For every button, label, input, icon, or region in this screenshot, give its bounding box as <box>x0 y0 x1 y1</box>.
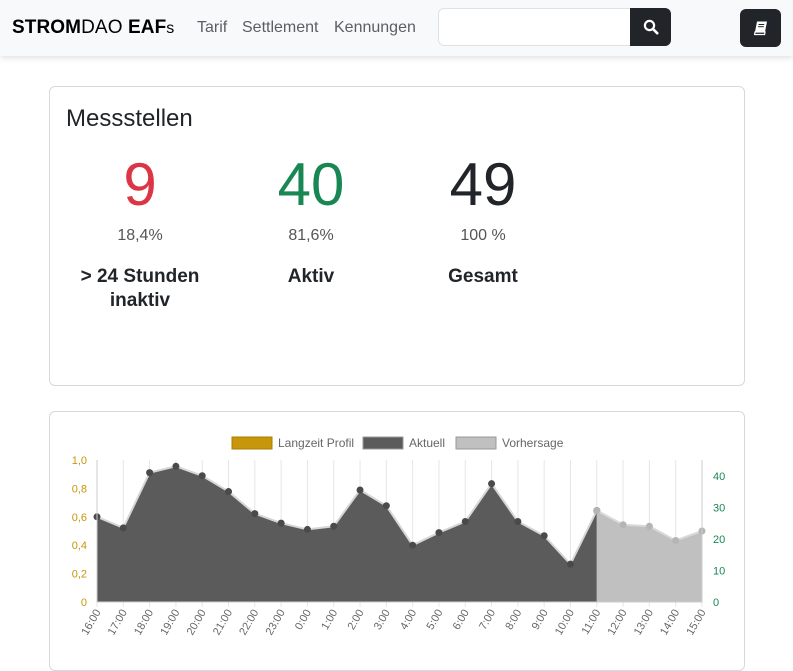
data-point <box>514 518 522 526</box>
stat-aktiv: 40 81,6% Aktiv <box>221 149 401 289</box>
data-point <box>619 521 627 529</box>
stat-gesamt: 49 100 % Gesamt <box>393 149 573 289</box>
data-point <box>540 532 548 540</box>
y-left-tick-label: 0,6 <box>72 512 87 524</box>
stat-value: 49 <box>449 151 517 218</box>
x-tick-label: 4:00 <box>398 608 419 633</box>
card-title: Messstellen <box>66 105 193 132</box>
x-tick-label: 23:00 <box>264 608 288 638</box>
data-point <box>172 462 180 470</box>
brand-logo[interactable]: STROMDAO EAFs <box>12 17 174 39</box>
x-tick-label: 10:00 <box>553 608 577 638</box>
x-tick-label: 0:00 <box>293 608 314 633</box>
y-right-tick-label: 20 <box>713 534 725 546</box>
stat-label-line1: Aktiv <box>287 266 335 287</box>
search-icon <box>643 19 658 35</box>
data-point <box>277 519 285 527</box>
stat-label-line2: inaktiv <box>109 290 171 311</box>
search-input[interactable] <box>438 8 631 46</box>
stat-label: > 24 Stunden inaktiv <box>50 265 230 313</box>
brand-s: s <box>166 20 175 37</box>
y-right-tick-label: 30 <box>713 502 725 514</box>
y-right-tick-label: 10 <box>713 565 725 577</box>
legend-label: Vorhersage <box>502 436 564 450</box>
legend-swatch <box>231 436 273 450</box>
legend-swatch <box>455 436 497 450</box>
y-left-tick-label: 0 <box>81 597 87 609</box>
x-tick-label: 1:00 <box>319 608 340 633</box>
x-tick-label: 2:00 <box>346 608 367 633</box>
y-right-tick-label: 40 <box>713 471 725 483</box>
nav-settlement[interactable]: Settlement <box>242 19 318 37</box>
docs-button[interactable] <box>740 9 781 47</box>
book-icon <box>753 21 767 36</box>
stat-percent: 81,6% <box>288 227 334 244</box>
x-tick-label: 5:00 <box>424 608 445 633</box>
brand-dao: DAO <box>81 17 128 38</box>
navbar: STROMDAO EAFs Tarif Settlement Kennungen <box>0 0 793 56</box>
data-point <box>435 529 443 537</box>
nav-tarif[interactable]: Tarif <box>197 19 227 37</box>
nav-kennungen[interactable]: Kennungen <box>334 19 416 37</box>
series-area-aktuell <box>97 466 597 602</box>
legend-label: Aktuell <box>409 436 445 450</box>
y-left-tick-label: 0,8 <box>72 483 87 495</box>
y-right-tick-label: 0 <box>713 597 719 609</box>
stat-label: Gesamt <box>393 265 573 289</box>
data-point <box>119 524 127 532</box>
brand-eaf: EAF <box>127 17 167 38</box>
brand-strom: STROM <box>12 17 82 38</box>
data-point <box>146 469 154 477</box>
search-button[interactable] <box>630 8 671 46</box>
stat-label-line1: > 24 Stunden <box>80 266 200 287</box>
x-tick-label: 17:00 <box>106 608 130 638</box>
stat-value: 40 <box>277 151 345 218</box>
stat-label-line1: Gesamt <box>448 266 518 287</box>
stat-percent: 18,4% <box>117 227 163 244</box>
data-point <box>488 480 496 488</box>
x-tick-label: 9:00 <box>530 608 551 633</box>
data-point <box>330 522 338 530</box>
x-tick-label: 14:00 <box>658 608 682 638</box>
x-tick-label: 19:00 <box>158 608 182 638</box>
data-point <box>461 518 469 526</box>
x-tick-label: 22:00 <box>237 608 261 638</box>
data-point <box>593 506 601 514</box>
messstellen-card: Messstellen 9 18,4% > 24 Stunden inaktiv… <box>49 86 745 386</box>
x-tick-label: 7:00 <box>477 608 498 633</box>
legend-label: Langzeit Profil <box>278 436 354 450</box>
x-tick-label: 11:00 <box>580 608 604 637</box>
x-tick-label: 12:00 <box>606 608 630 638</box>
data-point <box>251 510 259 518</box>
data-point <box>672 536 680 544</box>
data-point <box>198 472 206 480</box>
x-tick-label: 18:00 <box>132 608 156 638</box>
data-point <box>356 486 364 494</box>
data-point <box>382 502 390 510</box>
y-left-tick-label: 0,2 <box>72 569 87 581</box>
x-tick-label: 16:00 <box>79 608 103 638</box>
x-tick-label: 13:00 <box>632 608 656 638</box>
x-tick-label: 20:00 <box>185 608 209 638</box>
x-tick-label: 6:00 <box>451 608 472 633</box>
data-point <box>645 522 653 530</box>
legend-swatch <box>362 436 404 450</box>
x-tick-label: 21:00 <box>211 608 235 638</box>
chart-card: Langzeit Profil Aktuell Vorhersage 0 0,2 0,4 0… <box>49 411 745 671</box>
y-left-tick-label: 0,4 <box>72 540 87 552</box>
data-point <box>409 541 417 549</box>
y-left-tick-label: 1,0 <box>72 455 87 467</box>
data-point <box>225 488 233 496</box>
stat-percent: 100 % <box>460 227 506 244</box>
x-tick-label: 8:00 <box>503 608 524 633</box>
stat-label: Aktiv <box>221 265 401 289</box>
data-point <box>303 525 311 533</box>
x-tick-label: 15:00 <box>684 608 708 638</box>
data-point <box>566 560 574 568</box>
chart: Langzeit Profil Aktuell Vorhersage 0 0,2 0,4 0… <box>72 436 726 638</box>
stat-value: 9 <box>123 151 157 218</box>
x-tick-label: 3:00 <box>372 608 393 633</box>
stat-inaktiv: 9 18,4% > 24 Stunden inaktiv <box>50 149 230 313</box>
